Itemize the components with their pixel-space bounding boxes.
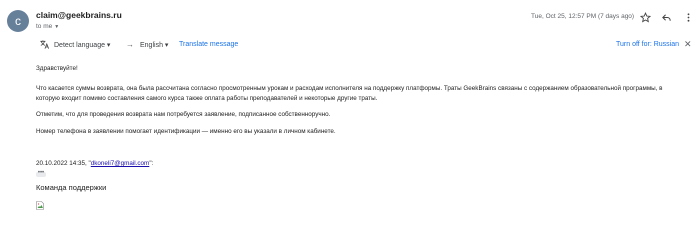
- quote-header: 20.10.2022 14:35, "dkoneli7@gmail.com":: [36, 160, 153, 167]
- sender-avatar[interactable]: c: [7, 10, 29, 32]
- quote-date: 20.10.2022 14:35, ": [36, 160, 91, 167]
- show-trimmed-content-button[interactable]: •••: [36, 170, 46, 177]
- more-options-icon[interactable]: [681, 10, 695, 24]
- body-paragraph: Что касается суммы возврата, она была ра…: [36, 85, 663, 103]
- body-paragraph: Номер телефона в заявлении помогает иден…: [36, 128, 336, 135]
- reply-icon[interactable]: [659, 10, 673, 24]
- greeting: Здравствуйте!: [36, 65, 78, 72]
- translate-icon: [40, 40, 50, 49]
- chevron-down-icon: ▼: [54, 24, 60, 30]
- broken-image-icon: [36, 201, 44, 210]
- recipients-toggle[interactable]: to me ▼: [36, 23, 59, 30]
- signature-team: Команда поддержки: [36, 183, 107, 192]
- source-language-label: Detect language: [54, 42, 105, 49]
- quoted-email-link[interactable]: dkoneli7@gmail.com: [91, 160, 150, 167]
- close-icon[interactable]: ✕: [684, 39, 692, 50]
- translate-bar: Detect language ▾ → English ▾ Translate …: [36, 38, 696, 52]
- target-language-label: English: [140, 42, 163, 49]
- message-date: Tue, Oct 25, 12:57 PM (7 days ago): [531, 13, 635, 20]
- arrow-right-icon: →: [126, 40, 134, 49]
- target-language-select[interactable]: English ▾: [140, 41, 168, 49]
- source-language-select[interactable]: Detect language ▾: [54, 41, 110, 49]
- star-icon[interactable]: [638, 10, 652, 24]
- quote-suffix: ":: [149, 160, 154, 167]
- recipients-label: to me: [36, 23, 53, 30]
- turn-off-translation-link[interactable]: Turn off for: Russian: [616, 41, 679, 48]
- body-paragraph: Отметим, что для проведения возврата нам…: [36, 111, 331, 118]
- translate-message-link[interactable]: Translate message: [179, 41, 238, 48]
- sender-email[interactable]: claim@geekbrains.ru: [36, 10, 122, 20]
